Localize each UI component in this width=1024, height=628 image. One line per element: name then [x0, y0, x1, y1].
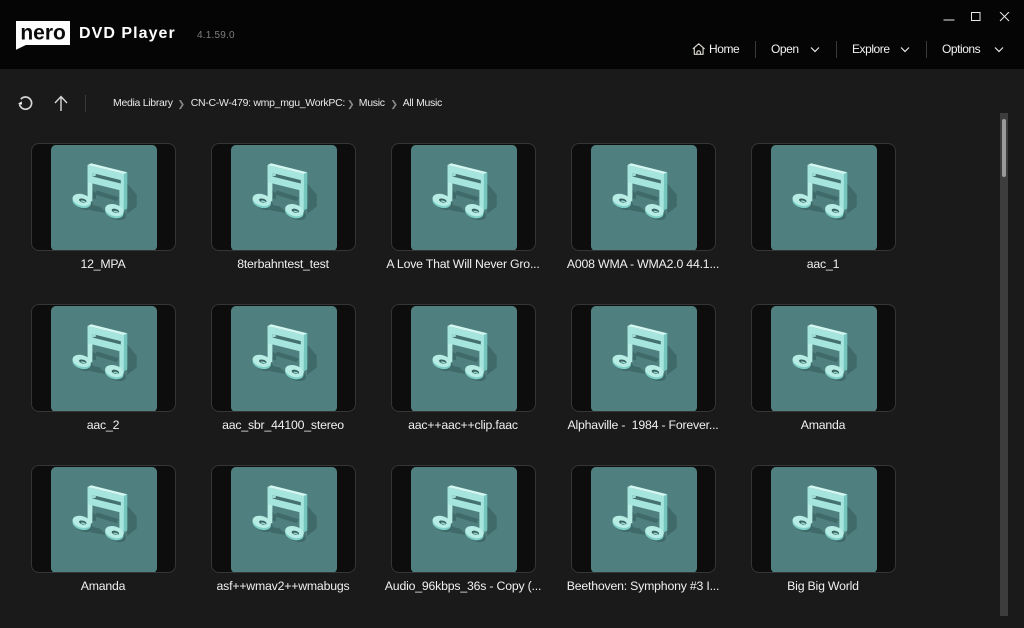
svg-text:nero: nero: [20, 21, 65, 44]
